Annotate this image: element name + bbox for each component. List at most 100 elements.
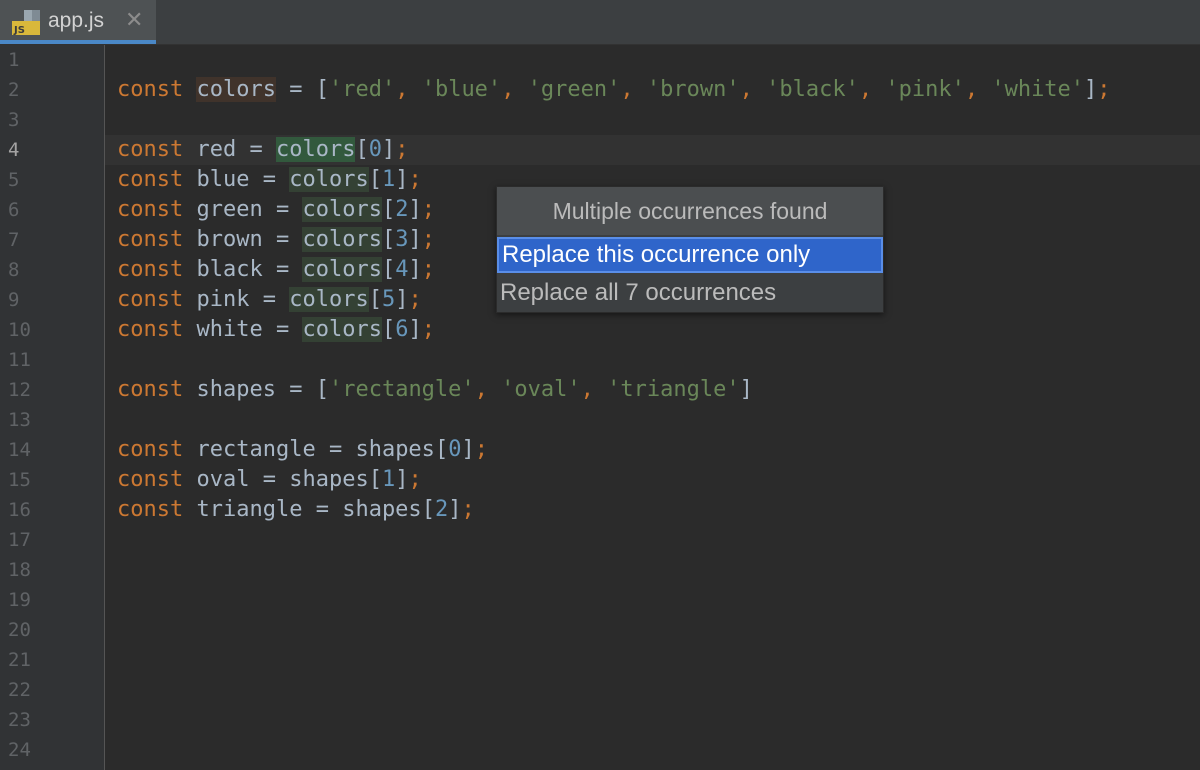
occurrence-highlight[interactable]: colors <box>302 227 382 252</box>
line-number: 3 <box>8 109 20 131</box>
line-number: 10 <box>8 319 31 341</box>
occurrence-highlight[interactable]: colors <box>289 287 369 312</box>
popup-title: Multiple occurrences found <box>497 187 883 235</box>
comma: , <box>858 77 886 102</box>
string-literal: 'oval' <box>501 377 581 402</box>
number-literal: 3 <box>395 227 409 252</box>
line-number: 6 <box>8 199 20 221</box>
keyword: const <box>117 257 184 282</box>
number-literal: 1 <box>381 467 396 492</box>
string-literal: 'red' <box>328 77 396 102</box>
code-line: const blue = colors[1]; <box>117 165 422 195</box>
operator: = <box>302 497 343 522</box>
line-number: 2 <box>8 79 20 101</box>
bracket: ] <box>408 227 422 252</box>
identifier-reference[interactable]: colors <box>302 227 381 252</box>
line-number: 1 <box>8 49 20 71</box>
identifier-declaration[interactable]: colors <box>196 77 276 102</box>
occurrence-highlight[interactable]: colors <box>289 167 369 192</box>
keyword: const <box>117 197 184 222</box>
operator: = <box>249 467 290 492</box>
code-line: const rectangle = shapes[0]; <box>117 435 488 465</box>
identifier-reference[interactable]: colors <box>276 137 355 162</box>
bracket: [ <box>381 317 396 342</box>
identifier-declaration[interactable]: red <box>196 137 236 162</box>
line-number: 11 <box>8 349 31 371</box>
code-editor[interactable]: const colors = ['red', 'blue', 'green', … <box>105 45 1200 770</box>
tab-app-js[interactable]: JS app.js ✕ <box>0 0 156 44</box>
identifier-declaration[interactable]: green <box>196 197 262 222</box>
bracket: [ <box>381 227 396 252</box>
comma: , <box>395 77 422 102</box>
identifier-declaration[interactable]: oval <box>196 467 249 492</box>
comma: , <box>474 377 502 402</box>
identifier-declaration[interactable]: brown <box>196 227 262 252</box>
line-number: 7 <box>8 229 20 251</box>
operator: = <box>315 437 356 462</box>
semicolon: ; <box>408 467 422 492</box>
line-number: 21 <box>8 649 31 671</box>
semicolon: ; <box>461 497 475 522</box>
identifier-reference[interactable]: colors <box>302 257 381 282</box>
line-number: 20 <box>8 619 31 641</box>
bracket: ] <box>395 287 409 312</box>
identifier-reference[interactable]: colors <box>289 287 368 312</box>
current-occurrence-highlight[interactable]: colors <box>275 137 356 162</box>
identifier-declaration[interactable]: black <box>196 257 262 282</box>
replace-this-occurrence-option[interactable]: Replace this occurrence only <box>497 237 883 273</box>
identifier-declaration[interactable]: blue <box>196 167 249 192</box>
identifier-reference[interactable]: shapes <box>342 497 421 522</box>
editor-tab-bar: JS app.js ✕ <box>0 0 1200 45</box>
line-number: 15 <box>8 469 31 491</box>
occurrence-highlight[interactable]: colors <box>302 257 382 282</box>
string-literal: 'green' <box>527 77 621 102</box>
identifier-declaration[interactable]: rectangle <box>196 437 315 462</box>
semicolon: ; <box>1097 77 1111 102</box>
identifier-reference[interactable]: shapes <box>355 437 434 462</box>
identifier-reference[interactable]: colors <box>289 167 368 192</box>
close-icon[interactable]: ✕ <box>125 8 143 33</box>
semicolon: ; <box>421 197 435 222</box>
line-number: 13 <box>8 409 31 431</box>
semicolon: ; <box>408 167 422 192</box>
bracket: [ <box>421 497 435 522</box>
identifier-declaration[interactable]: triangle <box>196 497 302 522</box>
number-literal: 4 <box>395 257 409 282</box>
replace-all-occurrences-option[interactable]: Replace all 7 occurrences <box>497 275 883 311</box>
occurrence-highlight[interactable]: colors <box>302 317 382 342</box>
bracket: ] <box>395 167 409 192</box>
occurrence-highlight[interactable]: colors <box>302 197 382 222</box>
operator: = <box>236 137 276 162</box>
code-line: const black = colors[4]; <box>117 255 435 285</box>
line-number: 16 <box>8 499 31 521</box>
string-literal: 'black' <box>766 77 859 102</box>
string-literal: 'pink' <box>885 77 965 102</box>
bracket: [ <box>315 77 329 102</box>
bracket: ] <box>381 137 396 162</box>
bracket: ] <box>461 437 475 462</box>
bracket: [ <box>381 197 396 222</box>
line-number-gutter: 1 2 3 4 5 6 7 8 9 10 11 12 13 14 15 16 17 18 19 20 21 22 23 24 <box>0 45 105 770</box>
identifier-reference[interactable]: colors <box>302 317 381 342</box>
code-line: const green = colors[2]; <box>117 195 435 225</box>
code-line: const pink = colors[5]; <box>117 285 422 315</box>
string-literal: 'white' <box>991 77 1085 102</box>
line-number: 12 <box>8 379 31 401</box>
identifier-reference[interactable]: shapes <box>289 467 368 492</box>
identifier-reference[interactable]: colors <box>302 197 381 222</box>
identifier-declaration[interactable]: pink <box>196 287 249 312</box>
bracket: ] <box>408 197 422 222</box>
code-line: const triangle = shapes[2]; <box>117 495 475 525</box>
bracket: ] <box>739 377 753 402</box>
identifier-declaration[interactable]: white <box>196 317 262 342</box>
number-literal: 5 <box>381 287 396 312</box>
code-line: const white = colors[6]; <box>117 315 435 345</box>
line-number: 22 <box>8 679 31 701</box>
keyword: const <box>117 137 184 162</box>
code-line: const red = colors[0]; <box>117 135 408 165</box>
operator: = <box>262 197 303 222</box>
comma: , <box>501 77 528 102</box>
semicolon: ; <box>421 257 435 282</box>
line-number: 4 <box>8 139 20 161</box>
identifier-declaration[interactable]: shapes <box>196 377 275 402</box>
